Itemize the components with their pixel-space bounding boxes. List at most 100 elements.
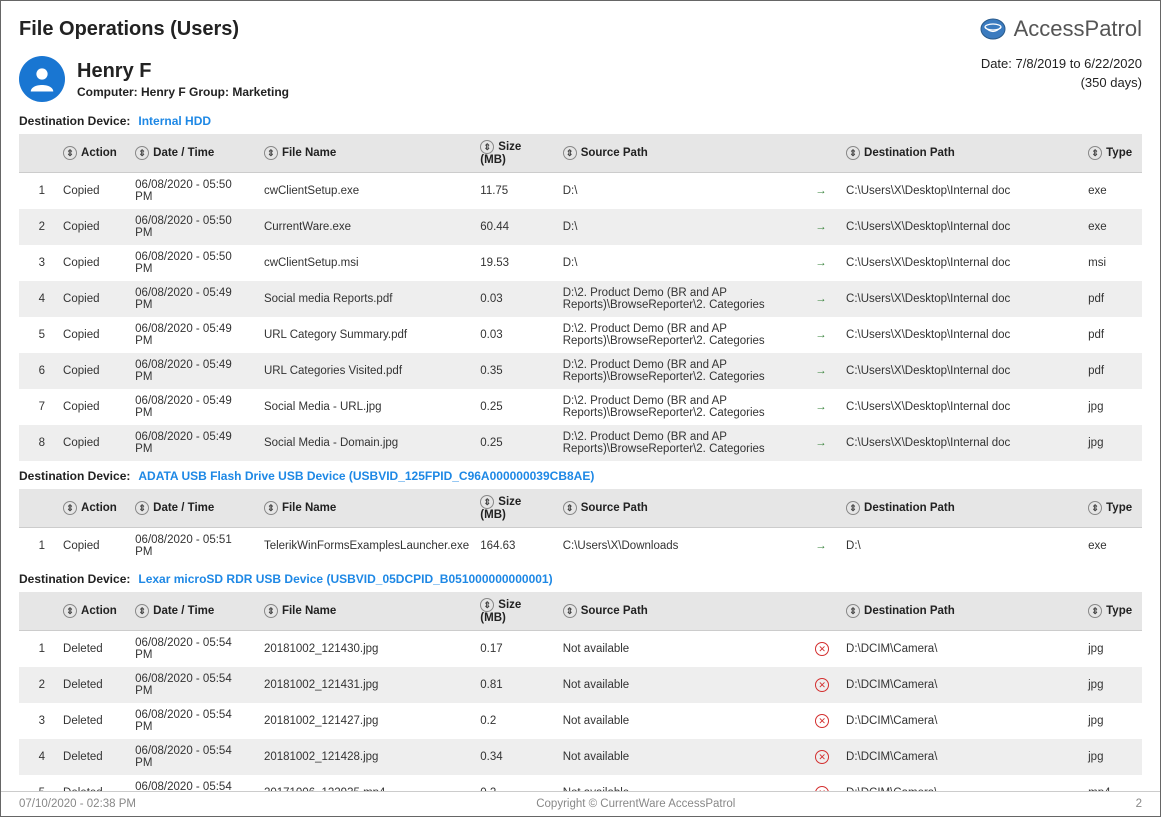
col-action[interactable]: ⇕Action	[55, 489, 127, 528]
col-filename[interactable]: ⇕File Name	[256, 134, 472, 173]
cell-size: 60.44	[472, 209, 554, 245]
sort-icon[interactable]: ⇕	[264, 501, 278, 515]
cell-type: jpg	[1080, 703, 1142, 739]
arrow-right-icon: →	[815, 221, 827, 233]
file-operations-table: ⇕Action⇕Date / Time⇕File Name⇕Size (MB)⇕…	[19, 134, 1142, 461]
cell-type: exe	[1080, 209, 1142, 245]
col-size[interactable]: ⇕Size (MB)	[472, 592, 554, 631]
sort-icon[interactable]: ⇕	[1088, 501, 1102, 515]
accesspatrol-logo-icon	[980, 16, 1006, 42]
col-action[interactable]: ⇕Action	[55, 134, 127, 173]
dest-device-name: Internal HDD	[138, 114, 211, 128]
cell-arrow: →	[807, 281, 838, 317]
cell-type: pdf	[1080, 281, 1142, 317]
sort-icon[interactable]: ⇕	[480, 598, 494, 612]
col-type[interactable]: ⇕Type	[1080, 134, 1142, 173]
col-filename[interactable]: ⇕File Name	[256, 592, 472, 631]
file-operations-table: ⇕Action⇕Date / Time⇕File Name⇕Size (MB)⇕…	[19, 489, 1142, 564]
col-datetime[interactable]: ⇕Date / Time	[127, 489, 256, 528]
col-dest[interactable]: ⇕Destination Path	[838, 489, 1080, 528]
col-size[interactable]: ⇕Size (MB)	[472, 489, 554, 528]
table-row: 1Copied06/08/2020 - 05:51 PMTelerikWinFo…	[19, 528, 1142, 565]
sort-icon[interactable]: ⇕	[846, 146, 860, 160]
table-row: 1Copied06/08/2020 - 05:50 PMcwClientSetu…	[19, 173, 1142, 210]
user-name: Henry F	[77, 60, 289, 83]
sort-icon[interactable]: ⇕	[480, 140, 494, 154]
table-row: 8Copied06/08/2020 - 05:49 PMSocial Media…	[19, 425, 1142, 461]
avatar-icon	[19, 56, 65, 102]
col-dest[interactable]: ⇕Destination Path	[838, 592, 1080, 631]
cell-type: msi	[1080, 245, 1142, 281]
sort-icon[interactable]: ⇕	[264, 146, 278, 160]
date-days: (350 days)	[981, 75, 1142, 90]
destination-device-label: Destination Device:Lexar microSD RDR USB…	[19, 572, 1142, 586]
cell-dest: D:\DCIM\Camera\	[838, 739, 1080, 775]
cell-action: Deleted	[55, 739, 127, 775]
cell-action: Copied	[55, 389, 127, 425]
cell-action: Copied	[55, 425, 127, 461]
sort-icon[interactable]: ⇕	[1088, 146, 1102, 160]
col-source[interactable]: ⇕Source Path	[555, 592, 807, 631]
cell-arrow: →	[807, 353, 838, 389]
sort-icon[interactable]: ⇕	[63, 146, 77, 160]
cell-arrow: →	[807, 528, 838, 565]
cell-arrow: ✕	[807, 739, 838, 775]
col-datetime[interactable]: ⇕Date / Time	[127, 134, 256, 173]
sort-icon[interactable]: ⇕	[563, 146, 577, 160]
cell-filename: 20181002_121428.jpg	[256, 739, 472, 775]
cell-filename: 20181002_121427.jpg	[256, 703, 472, 739]
cell-rownum: 4	[19, 739, 55, 775]
cell-arrow: ✕	[807, 703, 838, 739]
sort-icon[interactable]: ⇕	[63, 604, 77, 618]
table-row: 5Copied06/08/2020 - 05:49 PMURL Category…	[19, 317, 1142, 353]
sort-icon[interactable]: ⇕	[135, 604, 149, 618]
cell-size: 164.63	[472, 528, 554, 565]
sort-icon[interactable]: ⇕	[135, 146, 149, 160]
cell-dest: C:\Users\X\Desktop\Internal doc	[838, 245, 1080, 281]
sort-icon[interactable]: ⇕	[846, 604, 860, 618]
cell-action: Copied	[55, 317, 127, 353]
sort-icon[interactable]: ⇕	[135, 501, 149, 515]
delete-icon: ✕	[815, 714, 829, 728]
sort-icon[interactable]: ⇕	[1088, 604, 1102, 618]
cell-source: D:\2. Product Demo (BR and AP Reports)\B…	[555, 317, 807, 353]
date-block: Date: 7/8/2019 to 6/22/2020 (350 days)	[981, 56, 1142, 90]
col-type[interactable]: ⇕Type	[1080, 592, 1142, 631]
cell-source: D:\2. Product Demo (BR and AP Reports)\B…	[555, 389, 807, 425]
footer-page-number: 2	[1136, 798, 1142, 810]
sort-icon[interactable]: ⇕	[264, 604, 278, 618]
cell-filename: TelerikWinFormsExamplesLauncher.exe	[256, 528, 472, 565]
cell-size: 0.25	[472, 425, 554, 461]
cell-filename: CurrentWare.exe	[256, 209, 472, 245]
brand: AccessPatrol	[980, 16, 1142, 42]
sort-icon[interactable]: ⇕	[563, 604, 577, 618]
cell-dest: D:\	[838, 528, 1080, 565]
cell-datetime: 06/08/2020 - 05:49 PM	[127, 389, 256, 425]
col-action[interactable]: ⇕Action	[55, 592, 127, 631]
arrow-right-icon: →	[815, 185, 827, 197]
col-type[interactable]: ⇕Type	[1080, 489, 1142, 528]
sort-icon[interactable]: ⇕	[846, 501, 860, 515]
arrow-right-icon: →	[815, 437, 827, 449]
col-source[interactable]: ⇕Source Path	[555, 134, 807, 173]
cell-source: D:\	[555, 173, 807, 210]
col-filename[interactable]: ⇕File Name	[256, 489, 472, 528]
col-arrow	[807, 134, 838, 173]
cell-dest: D:\DCIM\Camera\	[838, 667, 1080, 703]
sort-icon[interactable]: ⇕	[563, 501, 577, 515]
cell-filename: URL Category Summary.pdf	[256, 317, 472, 353]
col-datetime[interactable]: ⇕Date / Time	[127, 592, 256, 631]
sort-icon[interactable]: ⇕	[480, 495, 494, 509]
col-size[interactable]: ⇕Size (MB)	[472, 134, 554, 173]
cell-size: 0.2	[472, 703, 554, 739]
cell-rownum: 8	[19, 425, 55, 461]
col-dest[interactable]: ⇕Destination Path	[838, 134, 1080, 173]
cell-source: D:\	[555, 245, 807, 281]
cell-dest: C:\Users\X\Desktop\Internal doc	[838, 425, 1080, 461]
cell-dest: D:\DCIM\Camera\	[838, 631, 1080, 668]
dest-label-text: Destination Device:	[19, 114, 130, 128]
col-source[interactable]: ⇕Source Path	[555, 489, 807, 528]
cell-rownum: 6	[19, 353, 55, 389]
cell-size: 0.81	[472, 667, 554, 703]
sort-icon[interactable]: ⇕	[63, 501, 77, 515]
